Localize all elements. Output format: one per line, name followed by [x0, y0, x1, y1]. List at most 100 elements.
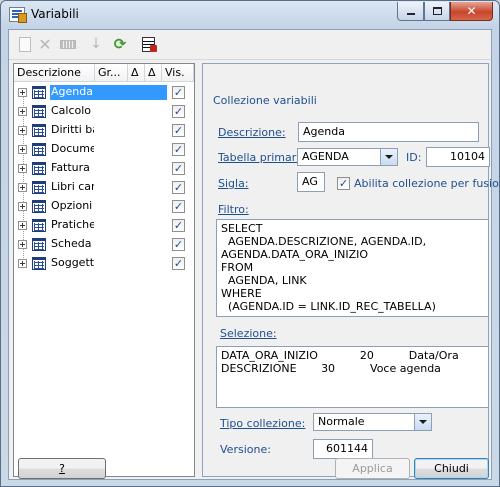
selezione-label: Selezione: — [220, 327, 277, 340]
visible-checkbox[interactable]: ✓ — [172, 181, 185, 194]
new-icon[interactable] — [15, 34, 35, 54]
tree-row[interactable]: Opzioni ✓ — [14, 197, 194, 216]
expand-icon[interactable] — [18, 259, 27, 268]
column-header-gruppo[interactable]: Gr... — [95, 64, 128, 82]
versione-field[interactable]: 601144 — [313, 439, 373, 459]
table-icon — [32, 200, 46, 213]
column-header-descrizione[interactable]: Descrizione — [14, 64, 95, 82]
abilita-label[interactable]: Abilita collezione per fusione — [354, 177, 500, 190]
visible-checkbox[interactable]: ✓ — [172, 238, 185, 251]
column-header-sort-1[interactable]: Δ — [128, 64, 145, 82]
tree-row-label: Agenda — [50, 85, 167, 100]
toolbar-divider — [9, 59, 491, 60]
details-panel: Collezione variabili Descrizione: Agenda… — [202, 63, 500, 477]
expand-icon[interactable] — [18, 145, 27, 154]
visible-checkbox[interactable]: ✓ — [172, 257, 185, 270]
expand-icon[interactable] — [18, 202, 27, 211]
refresh-icon[interactable]: ⟳ — [110, 34, 130, 54]
tree-row-label: Diritti ba — [51, 123, 94, 136]
filtro-textarea[interactable]: SELECT AGENDA.DESCRIZIONE, AGENDA.ID, AG… — [216, 219, 489, 317]
window: Variabili ✕ ✕ ↓ ⟳ Descrizione Gr... Δ Δ … — [0, 0, 500, 487]
tree-row-label: Opzioni — [51, 199, 93, 212]
close-icon: ✕ — [466, 4, 477, 18]
move-down-icon[interactable]: ↓ — [86, 34, 106, 54]
maximize-button[interactable] — [424, 2, 450, 21]
tabella-select-value: AGENDA — [302, 150, 349, 163]
expand-icon[interactable] — [18, 126, 27, 135]
check-icon: ✓ — [338, 177, 349, 190]
tree-row-label: Fattura — [51, 161, 90, 174]
table-icon — [32, 86, 46, 99]
chevron-down-icon[interactable] — [380, 149, 397, 165]
visible-checkbox[interactable]: ✓ — [172, 143, 185, 156]
table-icon — [32, 219, 46, 232]
visible-checkbox[interactable]: ✓ — [172, 162, 185, 175]
tree-row-label: Pratiche — [51, 218, 94, 231]
id-label: ID: — [406, 151, 422, 164]
collections-tree[interactable]: Descrizione Gr... Δ Δ Vis. Agenda ✓ Calcol… — [13, 63, 195, 477]
tree-row-label: Soggetti — [51, 256, 94, 269]
tipo-select[interactable]: Normale — [313, 413, 432, 431]
descrizione-input[interactable]: Agenda — [298, 122, 479, 142]
title-bar[interactable]: Variabili ✕ — [1, 1, 499, 28]
visible-checkbox[interactable]: ✓ — [172, 200, 185, 213]
abilita-checkbox[interactable]: ✓ — [337, 177, 350, 190]
expand-icon[interactable] — [18, 221, 27, 230]
column-header-sort-2[interactable]: Δ — [145, 64, 162, 82]
expand-icon[interactable] — [18, 183, 27, 192]
descrizione-label: Descrizione: — [218, 126, 286, 139]
tree-row[interactable]: Calcolo ✓ — [14, 102, 194, 121]
id-field[interactable]: 10104 — [426, 147, 490, 167]
document-icon[interactable] — [138, 34, 158, 54]
table-icon — [32, 124, 46, 137]
sigla-label: Sigla: — [218, 177, 249, 190]
section-title: Collezione variabili — [213, 94, 317, 107]
visible-checkbox[interactable]: ✓ — [172, 86, 185, 99]
table-icon — [32, 181, 46, 194]
edit-icon[interactable] — [58, 34, 78, 54]
tree-row[interactable]: Fattura ✓ — [14, 159, 194, 178]
close-window-button[interactable]: ✕ — [450, 2, 493, 21]
tree-row[interactable]: Docume ✓ — [14, 140, 194, 159]
tree-row[interactable]: Agenda ✓ — [14, 83, 194, 102]
client-area: ✕ ↓ ⟳ Descrizione Gr... Δ Δ Vis. Agenda ✓… — [8, 29, 500, 480]
app-icon — [9, 7, 27, 23]
table-icon — [32, 238, 46, 251]
delete-icon[interactable]: ✕ — [35, 34, 55, 54]
tree-row[interactable]: Diritti ba ✓ — [14, 121, 194, 140]
sigla-input[interactable]: AG — [297, 172, 325, 192]
close-button[interactable]: Chiudi — [414, 458, 489, 479]
visible-checkbox[interactable]: ✓ — [172, 219, 185, 232]
expand-icon[interactable] — [18, 107, 27, 116]
tipo-select-value: Normale — [318, 415, 365, 428]
tree-row[interactable]: Soggetti ✓ — [14, 254, 194, 273]
filtro-label: Filtro: — [218, 203, 249, 216]
selezione-textarea[interactable]: DATA_ORA_INIZIO 20 Data/Ora DESCRIZIONE … — [216, 346, 489, 408]
maximize-icon — [432, 7, 442, 15]
tree-row[interactable]: Scheda ✓ — [14, 235, 194, 254]
expand-icon[interactable] — [18, 164, 27, 173]
window-title: Variabili — [31, 7, 79, 21]
tree-row-label: Calcolo — [51, 104, 92, 117]
visible-checkbox[interactable]: ✓ — [172, 124, 185, 137]
tree-row[interactable]: Libri cari ✓ — [14, 178, 194, 197]
table-icon — [32, 257, 46, 270]
help-button[interactable]: ? — [18, 458, 106, 479]
visible-checkbox[interactable]: ✓ — [172, 105, 185, 118]
tabella-label: Tabella primaria: — [218, 151, 310, 164]
tree-row-label: Docume — [51, 142, 94, 155]
toolbar: ✕ ↓ ⟳ — [9, 30, 491, 59]
minimize-icon — [406, 13, 415, 15]
apply-button[interactable]: Applica — [335, 458, 410, 479]
minimize-button[interactable] — [397, 2, 424, 21]
tabella-select[interactable]: AGENDA — [297, 148, 398, 166]
expand-icon[interactable] — [18, 240, 27, 249]
table-icon — [32, 162, 46, 175]
column-header-visible[interactable]: Vis. — [162, 64, 194, 82]
versione-label: Versione: — [220, 443, 271, 456]
tipo-label: Tipo collezione: — [220, 417, 306, 430]
tree-row-label: Libri cari — [51, 180, 94, 193]
tree-row[interactable]: Pratiche ✓ — [14, 216, 194, 235]
chevron-down-icon[interactable] — [414, 414, 431, 430]
expand-icon[interactable] — [18, 88, 27, 97]
